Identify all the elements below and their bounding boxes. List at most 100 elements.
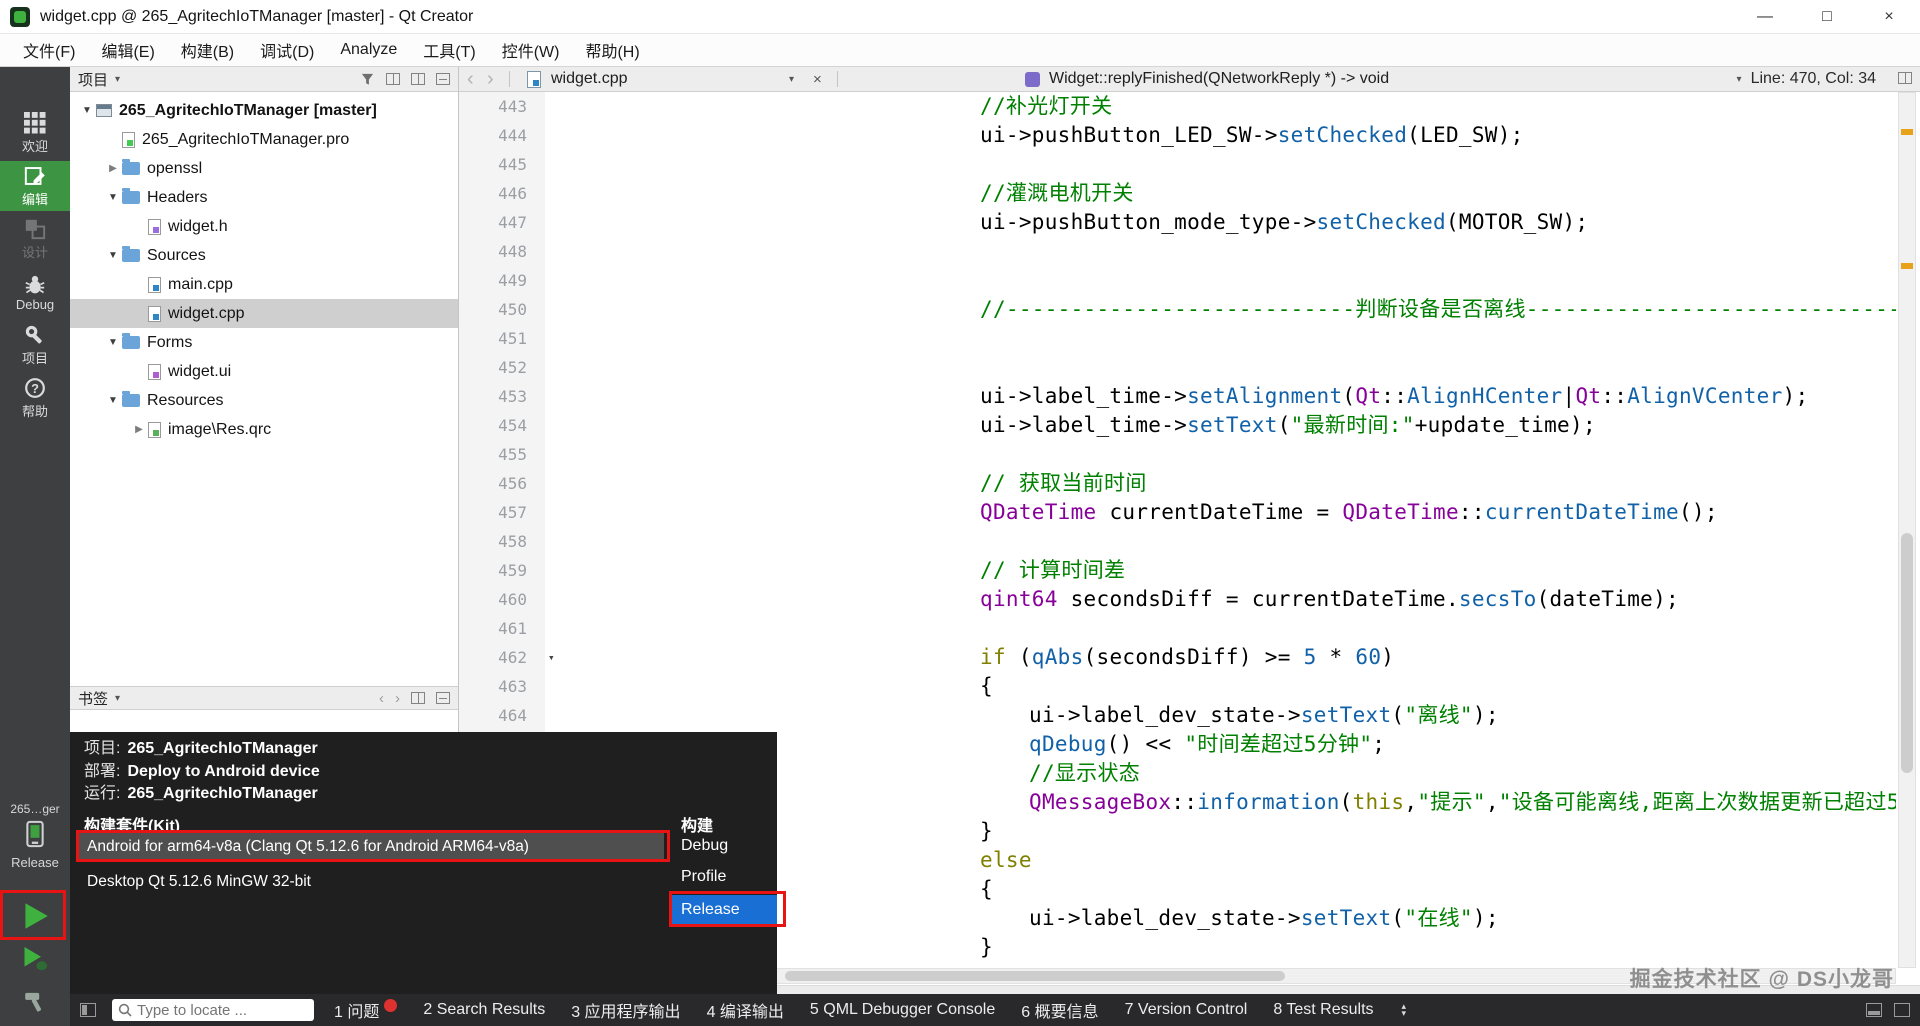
tree-item-7[interactable]: widget.cpp — [70, 299, 458, 328]
symbol-dropdown-icon[interactable]: ▾ — [1737, 74, 1742, 85]
code-text[interactable]: ui->pushButton_LED_SW->setChecked(LED_SW… — [545, 121, 1524, 150]
tree-item-1[interactable]: 265_AgritechIoTManager.pro — [70, 125, 458, 154]
output-pane-button-3[interactable]: 4 编译输出 — [707, 998, 784, 1022]
build-option-profile[interactable]: Profile — [672, 864, 777, 890]
build-option-debug[interactable]: Debug — [672, 833, 777, 859]
menu-item-7[interactable]: 帮助(H) — [572, 33, 652, 67]
menu-item-0[interactable]: 文件(F) — [10, 33, 88, 67]
code-text[interactable]: ui->label_dev_state->setText("离线"); — [545, 701, 1499, 730]
code-text[interactable]: //灌溉电机开关 — [545, 179, 1134, 208]
scrollbar-thumb[interactable] — [1901, 533, 1913, 773]
code-text[interactable]: { — [545, 672, 993, 701]
vertical-scrollbar[interactable] — [1898, 92, 1916, 968]
kit-option-1[interactable]: Desktop Qt 5.12.6 MinGW 32-bit — [79, 868, 664, 895]
expander-icon[interactable]: ▼ — [104, 395, 122, 406]
output-pane-button-5[interactable]: 6 概要信息 — [1021, 998, 1098, 1022]
sync-with-editor-icon[interactable] — [386, 73, 400, 85]
code-text[interactable]: QDateTime currentDateTime = QDateTime::c… — [545, 498, 1718, 527]
output-pane-button-7[interactable]: 8 Test Results — [1273, 1001, 1373, 1019]
split-editor-icon[interactable] — [1898, 72, 1912, 84]
debug-run-button[interactable] — [0, 940, 70, 983]
mode-projects[interactable]: 项目 — [0, 320, 70, 370]
show-right-sidebar-icon[interactable] — [1866, 1003, 1882, 1017]
tree-item-9[interactable]: widget.ui — [70, 357, 458, 386]
code-text[interactable]: ui->pushButton_mode_type->setChecked(MOT… — [545, 208, 1588, 237]
code-text[interactable]: ui->label_time->setText("最新时间:"+update_t… — [545, 411, 1596, 440]
code-text[interactable] — [545, 527, 980, 556]
mode-welcome[interactable]: 欢迎 — [0, 108, 70, 158]
output-pane-button-4[interactable]: 5 QML Debugger Console — [810, 1001, 995, 1019]
code-text[interactable]: // 获取当前时间 — [545, 469, 1147, 498]
kit-option-0[interactable]: Android for arm64-v8a (Clang Qt 5.12.6 f… — [79, 833, 664, 860]
expander-icon[interactable]: ▼ — [78, 105, 96, 116]
tree-item-11[interactable]: ▶image\Res.qrc — [70, 415, 458, 444]
close-pane-icon[interactable] — [436, 73, 450, 85]
code-text[interactable]: // 计算时间差 — [545, 556, 1125, 585]
chevron-down-icon[interactable]: ▾ — [115, 74, 120, 85]
expand-panes-icon[interactable]: ▴▾ — [1402, 1003, 1407, 1017]
tree-item-6[interactable]: main.cpp — [70, 270, 458, 299]
expander-icon[interactable]: ▶ — [130, 424, 148, 435]
close-button[interactable]: × — [1858, 0, 1920, 33]
close-document-icon[interactable]: × — [813, 67, 822, 91]
menu-item-3[interactable]: 调试(D) — [247, 33, 327, 67]
code-text[interactable] — [545, 237, 980, 266]
close-pane-icon[interactable] — [436, 692, 450, 704]
minimize-button[interactable]: — — [1734, 0, 1796, 33]
expander-icon[interactable]: ▼ — [104, 192, 122, 203]
menu-item-6[interactable]: 控件(W) — [489, 33, 573, 67]
build-button[interactable] — [0, 983, 70, 1026]
build-option-release[interactable]: Release — [672, 895, 777, 925]
mode-debug[interactable]: Debug — [0, 267, 70, 317]
code-text[interactable] — [545, 614, 980, 643]
code-text[interactable] — [545, 150, 980, 179]
output-pane-button-0[interactable]: 1 问题 — [334, 998, 397, 1022]
output-pane-button-1[interactable]: 2 Search Results — [423, 1001, 545, 1019]
locator[interactable] — [112, 999, 314, 1021]
output-pane-button-6[interactable]: 7 Version Control — [1125, 1001, 1248, 1019]
tree-item-10[interactable]: ▼Resources — [70, 386, 458, 415]
output-pane-button-2[interactable]: 3 应用程序输出 — [571, 998, 680, 1022]
next-icon[interactable]: › — [395, 690, 400, 707]
open-document-name[interactable]: widget.cpp — [551, 67, 628, 91]
chevron-down-icon[interactable]: ▾ — [115, 693, 120, 704]
mode-design[interactable]: 设计 — [0, 214, 70, 264]
filter-icon[interactable] — [360, 72, 375, 86]
code-text[interactable]: if (qAbs(secondsDiff) >= 5 * 60) — [545, 643, 1394, 672]
document-dropdown-icon[interactable]: ▾ — [789, 67, 794, 91]
menu-item-4[interactable]: Analyze — [327, 36, 410, 64]
code-text[interactable]: ui->label_time->setAlignment(Qt::AlignHC… — [545, 382, 1808, 411]
menu-item-1[interactable]: 编辑(E) — [88, 33, 167, 67]
fullscreen-toggle-icon[interactable] — [1894, 1003, 1910, 1017]
symbol-selector[interactable]: Widget::replyFinished(QNetworkReply *) -… — [1049, 67, 1389, 91]
fold-marker-icon[interactable]: ▾ — [548, 643, 555, 672]
code-text[interactable] — [545, 440, 980, 469]
tree-item-8[interactable]: ▼Forms — [70, 328, 458, 357]
code-text[interactable] — [545, 353, 980, 382]
run-button[interactable] — [0, 897, 70, 940]
back-icon[interactable]: ‹ — [467, 67, 474, 91]
expander-icon[interactable]: ▼ — [104, 250, 122, 261]
tree-item-5[interactable]: ▼Sources — [70, 241, 458, 270]
tree-item-0[interactable]: ▼265_AgritechIoTManager [master] — [70, 96, 458, 125]
code-text[interactable] — [545, 324, 980, 353]
split-pane-icon[interactable] — [411, 692, 425, 704]
prev-icon[interactable]: ‹ — [379, 690, 384, 707]
tree-item-2[interactable]: ▶openssl — [70, 154, 458, 183]
menu-item-2[interactable]: 构建(B) — [168, 33, 247, 67]
mode-edit[interactable]: 编辑 — [0, 161, 70, 211]
mode-help[interactable]: ?帮助 — [0, 373, 70, 423]
tree-item-4[interactable]: widget.h — [70, 212, 458, 241]
output-panes-toggle-icon[interactable] — [80, 1003, 96, 1017]
forward-icon[interactable]: › — [487, 67, 494, 91]
menu-item-5[interactable]: 工具(T) — [410, 33, 488, 67]
scrollbar-thumb[interactable] — [785, 971, 1285, 981]
split-pane-icon[interactable] — [411, 73, 425, 85]
expander-icon[interactable]: ▶ — [104, 163, 122, 174]
kit-selector-button[interactable]: 265…ger Release — [0, 802, 70, 870]
code-text[interactable]: qint64 secondsDiff = currentDateTime.sec… — [545, 585, 1679, 614]
expander-icon[interactable]: ▼ — [104, 337, 122, 348]
tree-item-3[interactable]: ▼Headers — [70, 183, 458, 212]
maximize-button[interactable]: □ — [1796, 0, 1858, 33]
code-text[interactable]: //---------------------------判断设备是否离线---… — [545, 295, 1896, 324]
